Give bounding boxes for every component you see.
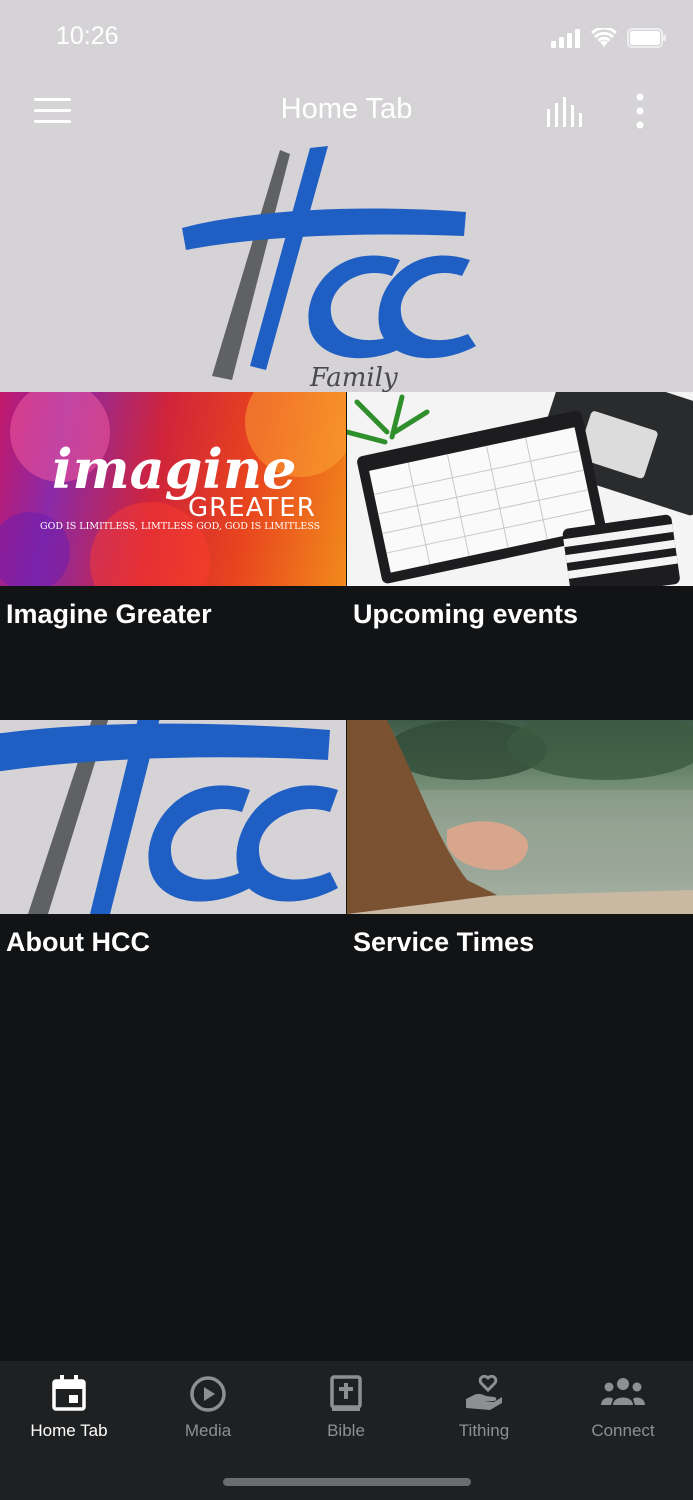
group-icon xyxy=(601,1378,645,1405)
audio-bars-icon xyxy=(547,97,582,127)
tile-service-times[interactable]: Service Times xyxy=(347,720,693,1048)
home-indicator xyxy=(223,1478,471,1486)
status-icons xyxy=(551,28,667,48)
tab-media-label: Media xyxy=(184,1421,232,1440)
tile-label: Imagine Greater xyxy=(6,599,212,629)
more-options-button[interactable] xyxy=(630,93,650,134)
imagine-greater-thumbnail: imagine GREATER GOD IS LIMITLESS, LIMTLE… xyxy=(0,392,346,586)
tab-bible-label: Bible xyxy=(327,1421,365,1440)
tile-upcoming-events[interactable]: Upcoming events xyxy=(347,392,693,720)
hcc-family-logo: Family xyxy=(170,140,500,393)
service-times-thumbnail xyxy=(347,720,693,914)
tile-label: About HCC xyxy=(6,927,150,957)
wifi-icon xyxy=(591,28,617,47)
tab-tithing[interactable]: Tithing xyxy=(415,1361,553,1461)
about-hcc-thumbnail xyxy=(0,720,346,914)
page-title: Home Tab xyxy=(280,93,413,125)
play-circle-icon xyxy=(190,1376,226,1412)
battery-icon xyxy=(627,28,666,48)
tab-connect-label: Connect xyxy=(591,1421,655,1440)
tile-label: Service Times xyxy=(353,927,535,957)
calendar-icon xyxy=(52,1375,86,1411)
signal-icon xyxy=(551,29,580,48)
tile-imagine-greater[interactable]: imagine GREATER GOD IS LIMITLESS, LIMTLE… xyxy=(0,392,346,720)
bible-icon xyxy=(330,1375,362,1411)
tile-about-hcc[interactable]: About HCC xyxy=(0,720,346,1048)
thumb-tagline: GOD IS LIMITLESS, LIMTLESS GOD, GOD IS L… xyxy=(40,521,320,532)
tile-label: Upcoming events xyxy=(353,599,579,629)
header-area: 10:26 Home Tab Family xyxy=(0,0,693,393)
tab-tithing-label: Tithing xyxy=(458,1421,510,1440)
more-vertical-icon xyxy=(636,93,644,129)
tab-home[interactable]: Home Tab xyxy=(0,1361,138,1461)
tab-home-label: Home Tab xyxy=(30,1421,108,1440)
thumb-greater-text: GREATER xyxy=(188,493,316,523)
status-time: 10:26 xyxy=(56,22,119,50)
audio-bars-button[interactable] xyxy=(546,97,588,132)
thumb-imagine-text: imagine xyxy=(52,437,297,501)
tab-media[interactable]: Media xyxy=(139,1361,277,1461)
upcoming-events-thumbnail xyxy=(347,392,693,586)
giving-hand-icon xyxy=(466,1375,502,1410)
logo-subtext: Family xyxy=(309,363,398,392)
tab-connect[interactable]: Connect xyxy=(554,1361,692,1461)
tab-bible[interactable]: Bible xyxy=(277,1361,415,1461)
